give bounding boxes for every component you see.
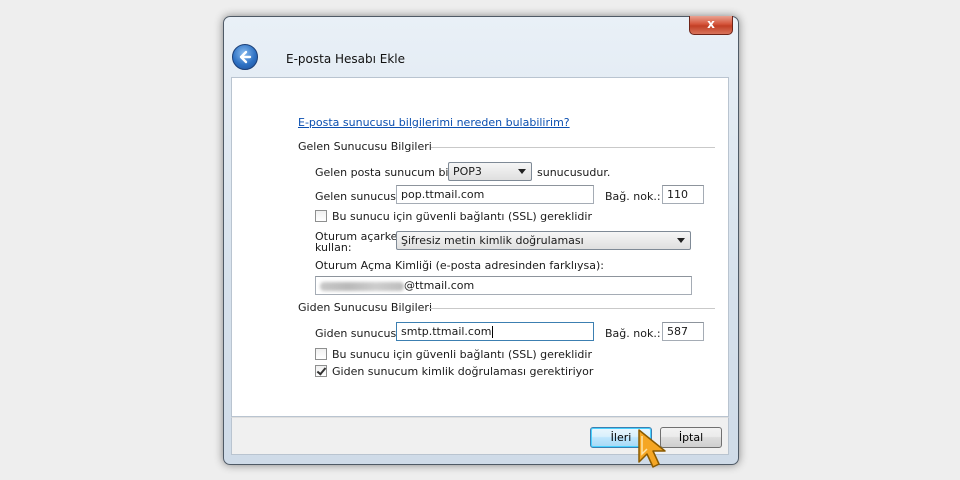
- logon-id-value: @ttmail.com: [404, 279, 475, 292]
- help-link[interactable]: E-posta sunucusu bilgilerimi nereden bul…: [298, 116, 570, 129]
- incoming-ssl-label: Bu sunucu için güvenli bağlantı (SSL) ge…: [332, 210, 592, 223]
- incoming-type-label: Gelen posta sunucum bir: [315, 166, 454, 179]
- redacted-username: [320, 281, 404, 291]
- logon-method-value: Şifresiz metin kimlik doğrulaması: [401, 234, 584, 247]
- incoming-port-value: 110: [667, 188, 688, 201]
- chevron-down-icon: [518, 169, 526, 174]
- outgoing-auth-label: Giden sunucum kimlik doğrulaması gerekti…: [332, 365, 594, 378]
- outgoing-port-input[interactable]: 587: [662, 322, 704, 341]
- outgoing-server-value: smtp.ttmail.com: [401, 325, 492, 338]
- back-button[interactable]: [232, 44, 258, 70]
- close-button[interactable]: x: [689, 16, 733, 35]
- incoming-server-type-value: POP3: [453, 165, 482, 178]
- logon-method-label: Oturum açarken kullan:: [315, 231, 404, 253]
- incoming-server-input[interactable]: pop.ttmail.com: [396, 185, 594, 204]
- incoming-server-type-select[interactable]: POP3: [448, 162, 532, 181]
- logon-method-label-line2: kullan:: [315, 241, 352, 254]
- incoming-port-input[interactable]: 110: [662, 185, 704, 204]
- incoming-ssl-checkbox[interactable]: [315, 210, 327, 222]
- dialog-content: E-posta sunucusu bilgilerimi nereden bul…: [231, 77, 729, 417]
- back-arrow-icon: [239, 50, 252, 64]
- incoming-type-suffix-label: sunucusudur.: [537, 166, 611, 179]
- text-caret: [492, 326, 494, 338]
- incoming-port-label: Bağ. nok.:: [605, 190, 661, 203]
- incoming-server-value: pop.ttmail.com: [401, 188, 485, 201]
- outgoing-port-label: Bağ. nok.:: [605, 327, 661, 340]
- outgoing-section-title: Giden Sunucusu Bilgileri: [298, 301, 433, 314]
- outgoing-server-input[interactable]: smtp.ttmail.com: [396, 322, 594, 341]
- incoming-server-label: Gelen sunucusu:: [315, 190, 407, 203]
- outgoing-divider: [429, 308, 715, 309]
- mouse-pointer-icon: [638, 429, 666, 468]
- window-title: E-posta Hesabı Ekle: [286, 52, 406, 66]
- add-email-account-dialog: x E-posta Hesabı Ekle E-posta sunucusu b…: [223, 16, 739, 465]
- logon-id-input[interactable]: @ttmail.com: [315, 276, 692, 295]
- logon-id-label: Oturum Açma Kimliği (e-posta adresinden …: [315, 259, 604, 272]
- incoming-section-title: Gelen Sunucusu Bilgileri: [298, 140, 432, 153]
- logon-method-select[interactable]: Şifresiz metin kimlik doğrulaması: [396, 231, 691, 250]
- outgoing-auth-checkbox[interactable]: [315, 365, 327, 377]
- outgoing-port-value: 587: [667, 325, 688, 338]
- close-icon: x: [707, 17, 715, 31]
- outgoing-ssl-label: Bu sunucu için güvenli bağlantı (SSL) ge…: [332, 348, 592, 361]
- outgoing-server-label: Giden sunucusu:: [315, 327, 407, 340]
- chevron-down-icon: [677, 238, 685, 243]
- outgoing-ssl-checkbox[interactable]: [315, 348, 327, 360]
- incoming-divider: [431, 147, 715, 148]
